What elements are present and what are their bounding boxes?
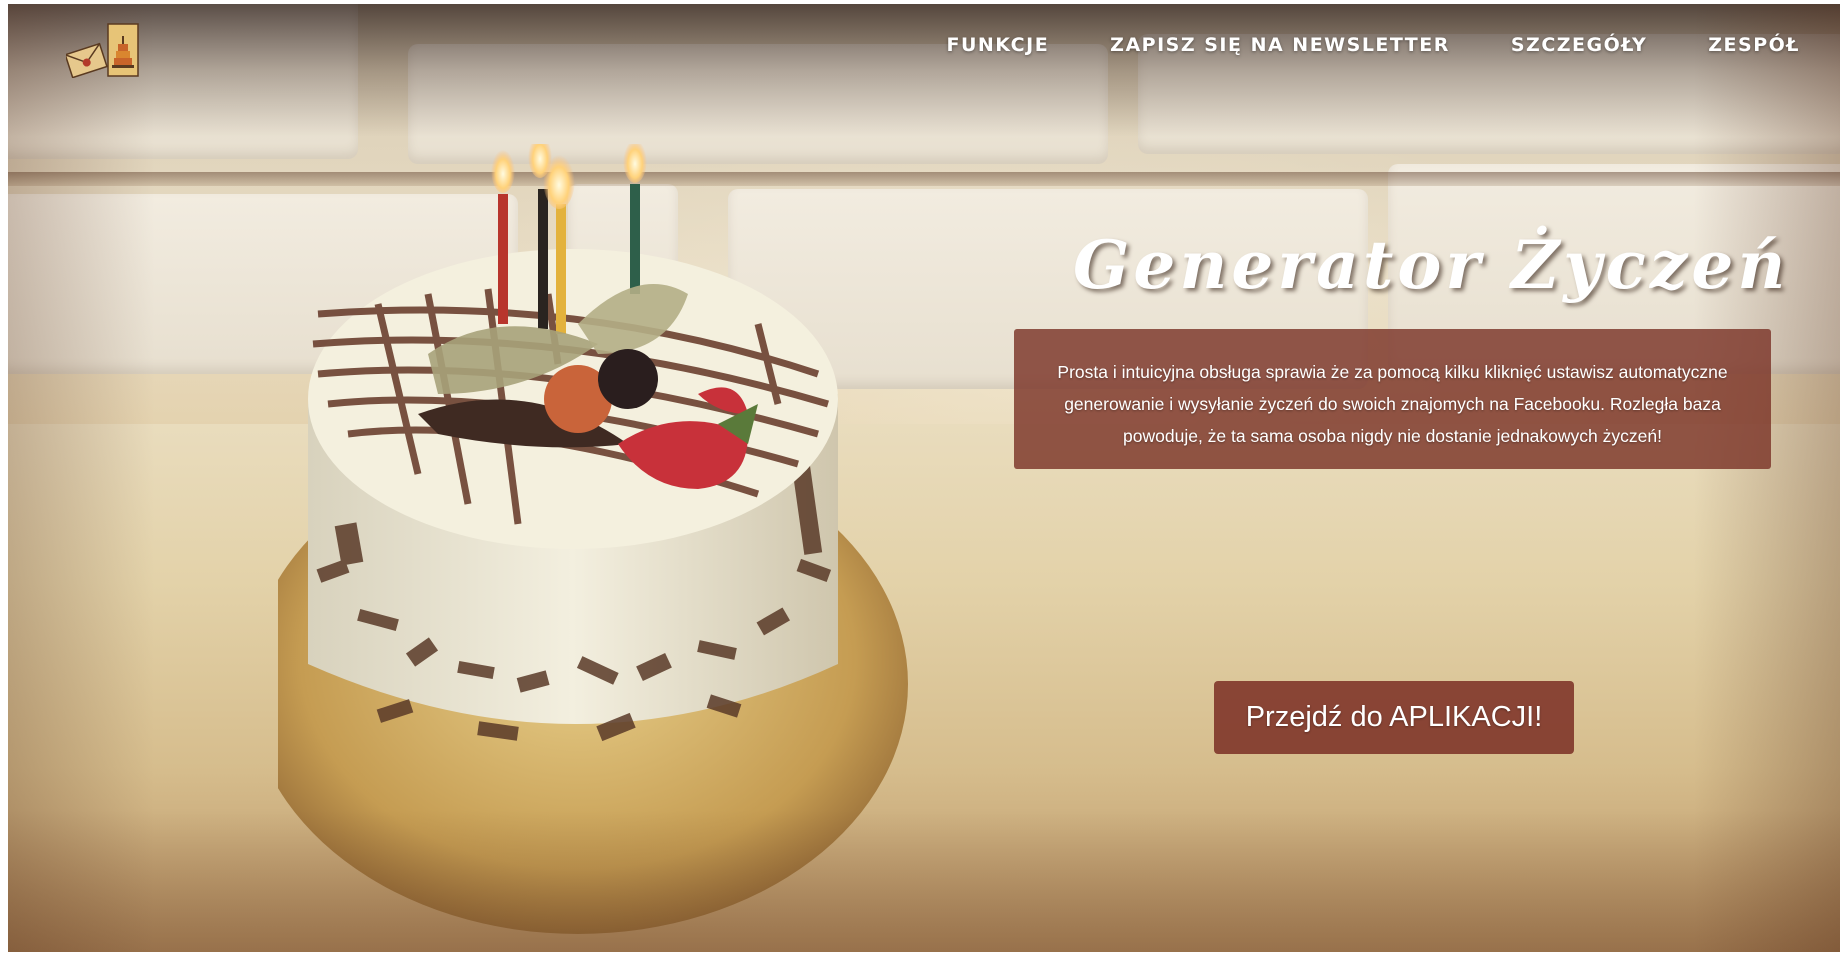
nav-link-zespol[interactable]: ZESPÓŁ [1708,34,1800,56]
nav-link-newsletter[interactable]: ZAPISZ SIĘ NA NEWSLETTER [1110,34,1450,56]
hero-title: Generator Życzeń [1073,226,1790,304]
nav-link-szczegoly[interactable]: SZCZEGÓŁY [1511,34,1647,56]
envelope-cake-logo-icon[interactable] [66,22,142,78]
nav-link-funkcje[interactable]: FUNKCJE [947,34,1050,56]
go-to-app-label: Przejdź do APLIKACJI! [1245,701,1543,733]
hero-description: Prosta i intuicyjna obsługa sprawia że z… [1057,362,1728,446]
go-to-app-button[interactable]: Przejdź do APLIKACJI! [1214,681,1574,754]
main-navigation: FUNKCJE ZAPISZ SIĘ NA NEWSLETTER SZCZEGÓ… [886,34,1801,56]
photo-vignette [8,4,1840,952]
hero-section: FUNKCJE ZAPISZ SIĘ NA NEWSLETTER SZCZEGÓ… [8,4,1840,952]
hero-description-box: Prosta i intuicyjna obsługa sprawia że z… [1014,329,1771,469]
